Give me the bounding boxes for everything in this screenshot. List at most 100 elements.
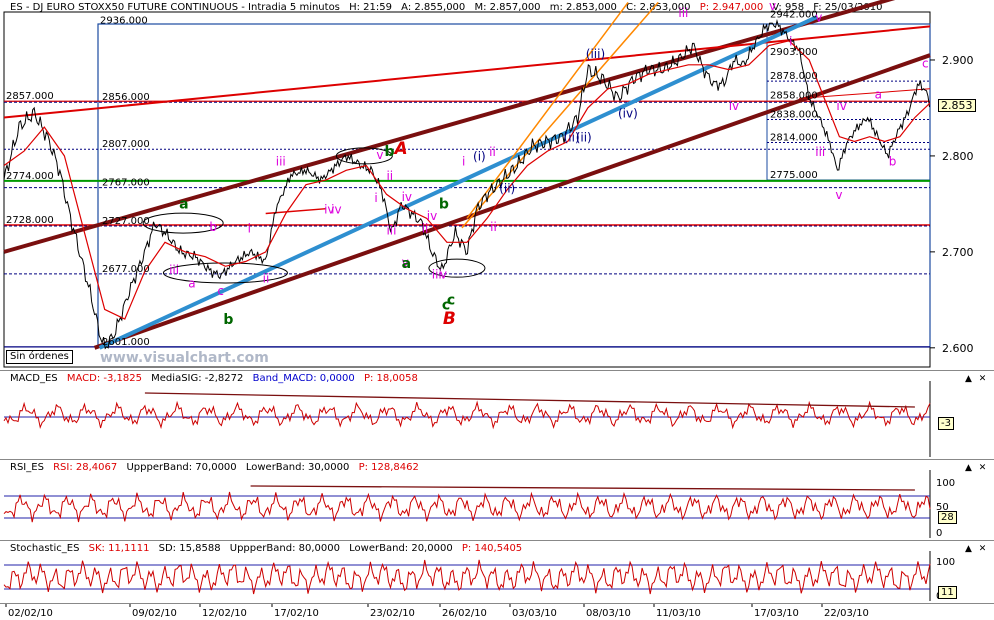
price-level-label: 2775.000 [770,170,818,181]
wave-label-minor: v [440,268,447,282]
price-level-labels: 2936.000 2857.000 2856.000 2807.000 2774.000… [6,10,818,348]
stoch-tick-100: 100 [936,557,955,568]
wave-label-minor: b [889,155,897,169]
wave-label-green: c [447,293,455,309]
wave-label-red: A [393,139,408,159]
price-level-label: 2936.000 [100,15,148,26]
rsi-last-badge: 28 [938,511,957,524]
date-axis: 02/02/10 09/02/10 12/02/10 17/02/10 23/02/10… [0,603,994,620]
orders-status[interactable]: Sin órdenes [6,350,73,364]
date-label: 17/03/10 [754,608,799,619]
wave-label-green: a [402,256,411,272]
wave-label-minor: v [835,188,842,202]
wave-label-intermediate: (ii) [499,181,515,195]
macd-line [3,400,931,430]
date-label: 17/02/10 [274,608,319,619]
wave-label-minor: ii [489,145,496,159]
stochastic-panel[interactable]: Stochastic_ES SK: 11,1111 SD: 15,8588 Up… [0,540,994,603]
date-label: 02/02/10 [8,608,53,619]
date-label: 08/03/10 [586,608,631,619]
rsi-series [3,485,931,523]
triangle-line-1 [265,207,327,215]
blue-trend-line [98,14,819,350]
price-level-label: 2903.000 [770,47,818,58]
price-level-label: 2728.000 [6,215,54,226]
date-label: 22/03/10 [824,608,869,619]
wave-label-minor: a [875,87,882,101]
date-axis-svg: 02/02/10 09/02/10 12/02/10 17/02/10 23/02/10… [5,604,869,619]
price-level-label: 2858.000 [770,90,818,101]
wave-label-minor: iii [386,224,396,238]
rsi-tick-100: 100 [936,478,955,489]
price-level-label: 2814.000 [770,132,818,143]
wave-label-minor: a [188,276,195,290]
wave-label-minor: iv [427,209,437,223]
wave-label-intermediate: (iv) [618,107,638,121]
wave-label-minor: ii [263,272,270,286]
wave-label-minor: iii [169,263,179,277]
panel-close-icon[interactable]: ✕ [977,375,988,384]
wave-label-minor: iii [276,155,286,169]
stoch-last-badge: 11 [938,586,957,599]
macd-envelope-line [144,392,915,408]
panel-up-arrow-icon[interactable]: ▲ [963,545,974,554]
price-chart[interactable]: 2936.000 2857.000 2856.000 2807.000 2774.000… [0,0,994,369]
price-level-label: 2878.000 [770,71,818,82]
price-level-label: 2857.000 [6,91,54,102]
wave-label-minor: ii [386,169,393,183]
date-label: 09/02/10 [132,608,177,619]
macd-chart[interactable] [0,371,994,459]
price-level-label: 2601.000 [102,337,150,348]
last-price-badge: 2.853 [938,99,976,112]
macd-panel[interactable]: MACD_ES MACD: -3,1825 MediaSIG: -2,8272 … [0,370,994,459]
date-label: 03/03/10 [512,608,557,619]
price-level-label: 2727.000 [102,216,150,227]
watermark: www.visualchart.com [100,350,269,366]
rsi-chart[interactable]: 100 50 0 [0,460,994,540]
panel-close-icon[interactable]: ✕ [977,545,988,554]
wave-label-minor: iv [331,202,341,216]
wave-label-intermediate: (ii) [576,131,592,145]
wave-label-intermediate: (iii) [586,47,605,61]
wave-label-minor: ii [490,220,497,234]
macd-series [3,392,931,430]
date-label: 26/02/10 [442,608,487,619]
wave-label-minor: i [374,191,377,205]
y-tick-label: 2.700 [942,246,974,259]
wave-label-green: b [384,144,394,160]
date-label: 11/03/10 [656,608,701,619]
price-level-label: 2807.000 [102,139,150,150]
price-level-label: 2677.000 [102,264,150,275]
rsi-panel[interactable]: RSI_ES RSI: 28,4067 UppperBand: 70,0000 … [0,459,994,540]
wave-label-intermediate: (i) [473,150,486,164]
wave-label-green: b [223,312,233,328]
wave-label-green: a [179,197,188,213]
panel-up-arrow-icon[interactable]: ▲ [963,464,974,473]
y-tick-label: 2.800 [942,150,974,163]
wave-label-minor: iv [729,99,739,113]
wave-label-minor: v [815,11,822,25]
wave-label-minor: iv [402,190,412,204]
stochastic-chart[interactable]: 100 0 [0,541,994,603]
wave-label-minor: c [922,57,929,71]
wave-label-minor: i [789,35,792,49]
wave-label-red: B [443,309,456,329]
panel-close-icon[interactable]: ✕ [977,464,988,473]
wave-label-minor: i [248,222,251,236]
wave-label-minor: i [462,155,465,169]
date-label: 23/02/10 [370,608,415,619]
y-tick-label: 2.600 [942,342,974,355]
price-level-label: 2942.000 [770,10,818,21]
price-level-label: 2767.000 [102,178,150,189]
rsi-tick-0: 0 [936,528,942,539]
price-level-label: 2856.000 [102,92,150,103]
wave-label-green: b [439,197,449,213]
price-panel[interactable]: ES - DJ EURO STOXX50 FUTURE CONTINUOUS -… [0,0,994,369]
wave-label-minor: iii [678,6,688,20]
panel-up-arrow-icon[interactable]: ▲ [963,375,974,384]
wave-label-minor: v [769,0,776,13]
wave-label-minor: b [209,220,217,234]
plot-frame [3,11,931,368]
rsi-envelope-line [250,485,915,491]
date-label: 12/02/10 [202,608,247,619]
